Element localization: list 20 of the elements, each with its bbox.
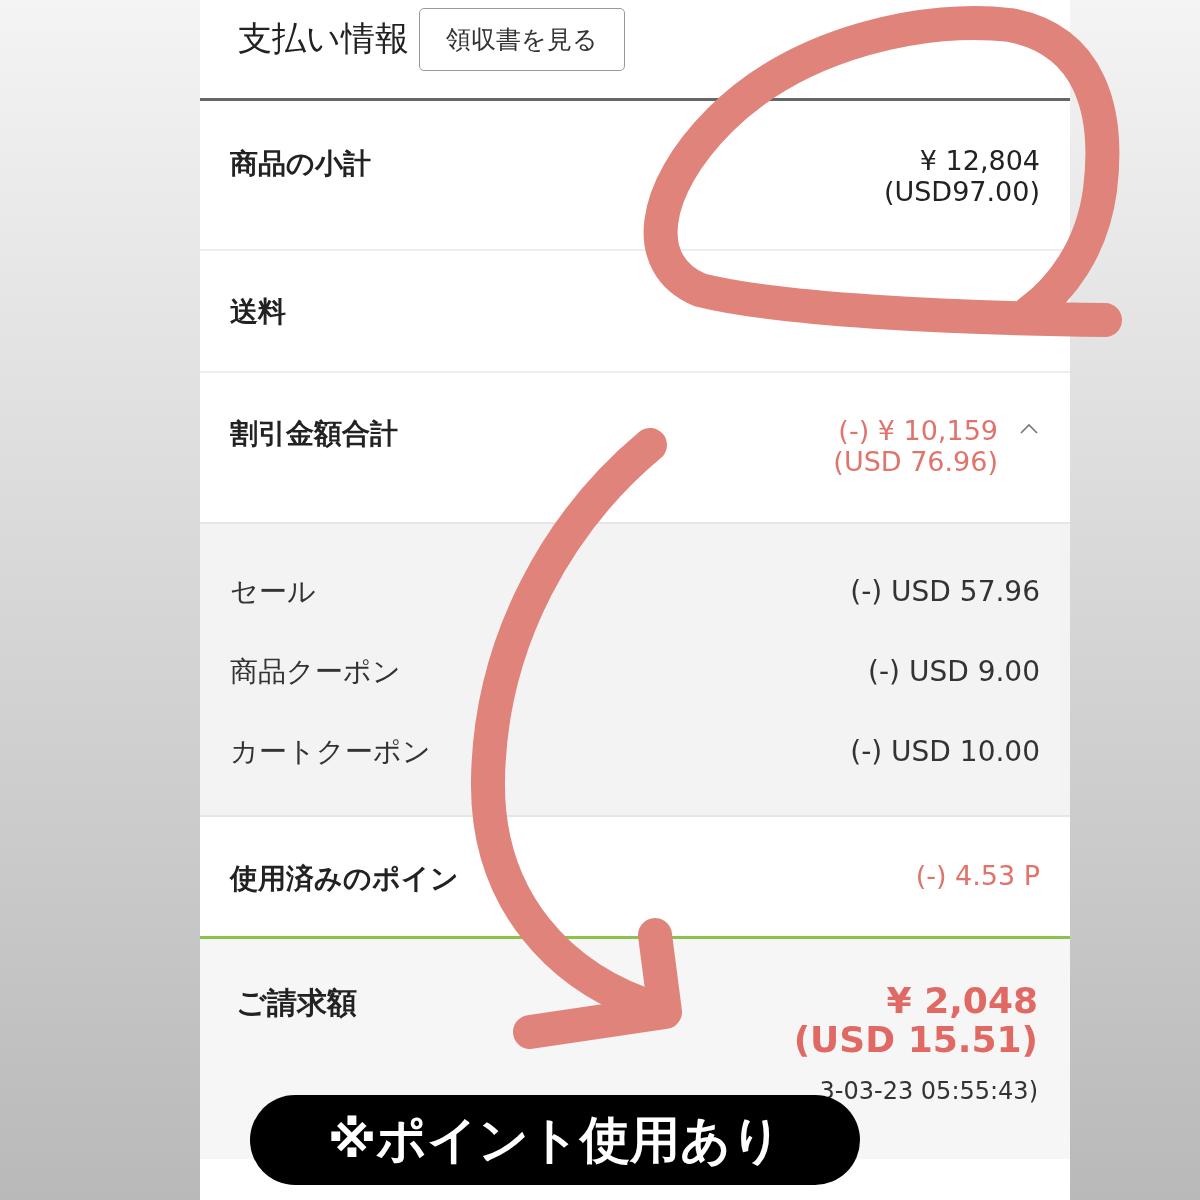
- discount-label: セール: [230, 574, 316, 610]
- section-title: 支払い情報: [238, 17, 409, 60]
- amount: (-) ¥ 10,159: [838, 415, 998, 446]
- row-label: 商品の小計: [230, 146, 372, 182]
- amount: (USD97.00): [883, 176, 1040, 207]
- row-label: 送料: [230, 294, 287, 330]
- row-label: 使用済みのポイン: [230, 861, 460, 897]
- total-amount: ¥ 2,048: [886, 981, 1038, 1020]
- discount-label: カートクーポン: [230, 734, 431, 770]
- row-label: 割引金額合計: [230, 416, 399, 452]
- amount: ¥ 12,804: [919, 145, 1040, 176]
- discount-amount: (-) USD 10.00: [850, 734, 1040, 770]
- amount: (USD 76.96): [833, 446, 998, 477]
- discount-amount: (-) USD 9.00: [868, 654, 1040, 690]
- discount-label: 商品クーポン: [230, 654, 401, 690]
- discount-amount: (-) USD 57.96: [850, 574, 1040, 610]
- amount: (-) 4.53 P: [915, 860, 1040, 891]
- total-label: ご請求額: [236, 984, 357, 1022]
- total-amount: (USD 15.51): [793, 1020, 1038, 1059]
- receipt-button[interactable]: 領収書を見る: [419, 7, 625, 71]
